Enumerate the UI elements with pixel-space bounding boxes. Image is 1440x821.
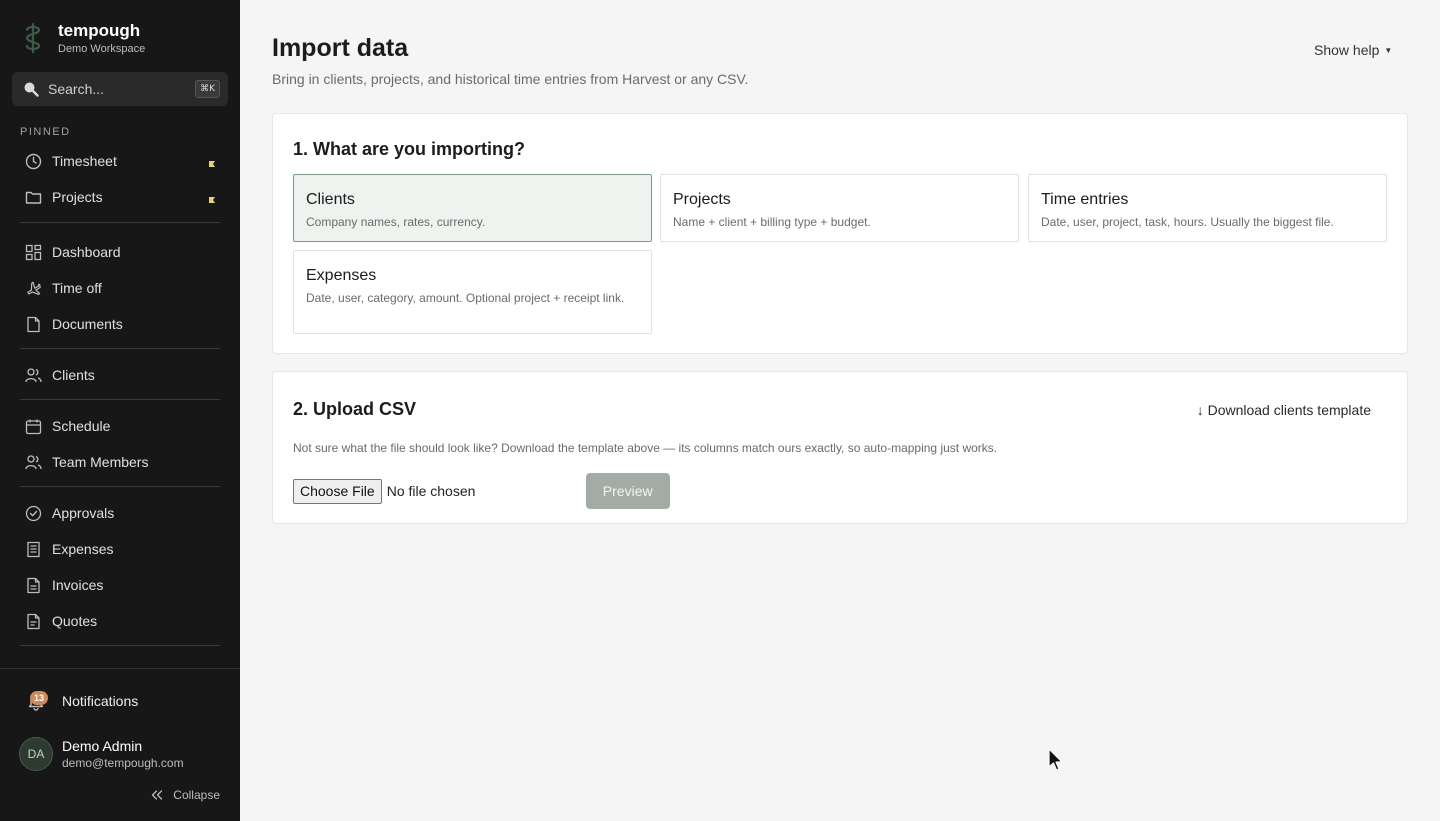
sidebar-item-label: Documents [52, 316, 123, 332]
search-icon [22, 80, 40, 98]
search-shortcut-badge: ⌘K [195, 80, 220, 98]
step2-title: 2. Upload CSV [293, 399, 417, 419]
page-title: Import data [272, 34, 409, 62]
page-subtitle: Bring in clients, projects, and historic… [272, 71, 749, 87]
collapse-sidebar-button[interactable]: Collapse [151, 787, 220, 803]
check-circle-icon [24, 504, 42, 522]
avatar: DA [19, 737, 53, 771]
search-placeholder: Search... [48, 81, 105, 97]
option-title: Projects [673, 191, 731, 208]
receipt-icon [24, 540, 42, 558]
file-status: No file chosen [386, 483, 476, 499]
sidebar-divider [20, 486, 220, 487]
show-help-toggle[interactable]: Show help ▼ [1314, 42, 1392, 58]
upload-help-text: Not sure what the file should look like?… [293, 441, 998, 455]
sidebar-divider [20, 645, 220, 646]
users-icon [24, 453, 42, 471]
sidebar-divider [20, 399, 220, 400]
import-option-projects[interactable]: Projects Name + client + billing type + … [660, 174, 1019, 242]
sidebar-item-team-members[interactable]: Team Members [24, 450, 220, 474]
collapse-label: Collapse [173, 788, 220, 802]
notification-count-badge: 13 [30, 691, 48, 705]
download-template-link[interactable]: ↓ Download clients template [1197, 402, 1371, 418]
option-title: Clients [306, 191, 355, 208]
sidebar: tempough Demo Workspace Search... ⌘K PIN… [0, 0, 240, 821]
sidebar-item-label: Expenses [52, 541, 114, 557]
sidebar-item-expenses[interactable]: Expenses [24, 537, 220, 561]
step1-title: 1. What are you importing? [293, 139, 526, 159]
pin-icon[interactable] [208, 191, 216, 203]
sidebar-item-invoices[interactable]: Invoices [24, 573, 220, 597]
file-input-row: Choose File No file chosen Preview [293, 473, 670, 509]
sidebar-item-label: Team Members [52, 454, 149, 470]
quote-icon [24, 612, 42, 630]
sidebar-item-approvals[interactable]: Approvals [24, 501, 220, 525]
users-icon [24, 366, 42, 384]
sidebar-item-clients[interactable]: Clients [24, 363, 220, 387]
sidebar-item-label: Timesheet [52, 153, 117, 169]
chevron-down-icon: ▼ [1384, 45, 1393, 55]
sidebar-item-timesheet[interactable]: Timesheet [24, 149, 220, 173]
user-name: Demo Admin [62, 738, 143, 754]
import-option-clients[interactable]: Clients Company names, rates, currency. [293, 174, 652, 242]
import-type-card: 1. What are you importing? Clients Compa… [272, 113, 1408, 354]
sidebar-item-quotes[interactable]: Quotes [24, 609, 220, 633]
sidebar-item-label: Projects [52, 189, 103, 205]
sidebar-item-time-off[interactable]: Time off [24, 276, 220, 300]
sidebar-item-label: Dashboard [52, 244, 121, 260]
pinned-section-label: PINNED [20, 126, 71, 138]
sidebar-item-label: Quotes [52, 613, 98, 629]
invoice-icon [24, 576, 42, 594]
sidebar-divider [20, 222, 220, 223]
user-menu[interactable]: DA Demo Admin demo@tempough.com [19, 737, 184, 771]
mouse-cursor-icon [1048, 748, 1064, 774]
option-description: Name + client + billing type + budget. [673, 215, 871, 229]
option-description: Date, user, category, amount. Optional p… [306, 291, 625, 305]
sidebar-item-label: Approvals [52, 505, 115, 521]
option-title: Expenses [306, 267, 377, 284]
sidebar-item-dashboard[interactable]: Dashboard [24, 240, 220, 264]
sidebar-item-projects[interactable]: Projects [24, 185, 220, 209]
upload-csv-card: 2. Upload CSV ↓ Download clients templat… [272, 371, 1408, 524]
calendar-icon [24, 417, 42, 435]
document-icon [24, 315, 42, 333]
pin-icon[interactable] [208, 155, 216, 167]
choose-file-button[interactable]: Choose File [293, 478, 382, 504]
sidebar-item-label: Schedule [52, 418, 111, 434]
clock-icon [24, 152, 42, 170]
sidebar-item-label: Invoices [52, 577, 104, 593]
option-description: Company names, rates, currency. [306, 215, 486, 229]
sidebar-divider [20, 348, 220, 349]
option-description: Date, user, project, task, hours. Usuall… [1041, 215, 1334, 229]
sidebar-item-label: Time off [52, 280, 102, 296]
sidebar-item-schedule[interactable]: Schedule [24, 414, 220, 438]
sidebar-item-documents[interactable]: Documents [24, 312, 220, 336]
brand-logo-icon [20, 20, 46, 56]
brand-name: tempough [58, 21, 141, 40]
notifications-label: Notifications [62, 693, 139, 709]
chevrons-left-icon [151, 787, 163, 803]
preview-button[interactable]: Preview [585, 473, 670, 509]
option-title: Time entries [1041, 191, 1129, 208]
import-option-expenses[interactable]: Expenses Date, user, category, amount. O… [293, 250, 652, 334]
plane-icon [24, 279, 42, 297]
workspace-name: Demo Workspace [58, 43, 146, 55]
sidebar-footer: Notifications 13 DA Demo Admin demo@temp… [0, 668, 240, 821]
show-help-label: Show help [1314, 42, 1380, 58]
import-option-time-entries[interactable]: Time entries Date, user, project, task, … [1028, 174, 1387, 242]
folder-icon [24, 188, 42, 206]
user-email: demo@tempough.com [62, 756, 184, 770]
brand[interactable]: tempough Demo Workspace [20, 20, 145, 56]
grid-icon [24, 243, 42, 261]
search-input[interactable]: Search... ⌘K [12, 72, 228, 106]
sidebar-item-label: Clients [52, 367, 95, 383]
